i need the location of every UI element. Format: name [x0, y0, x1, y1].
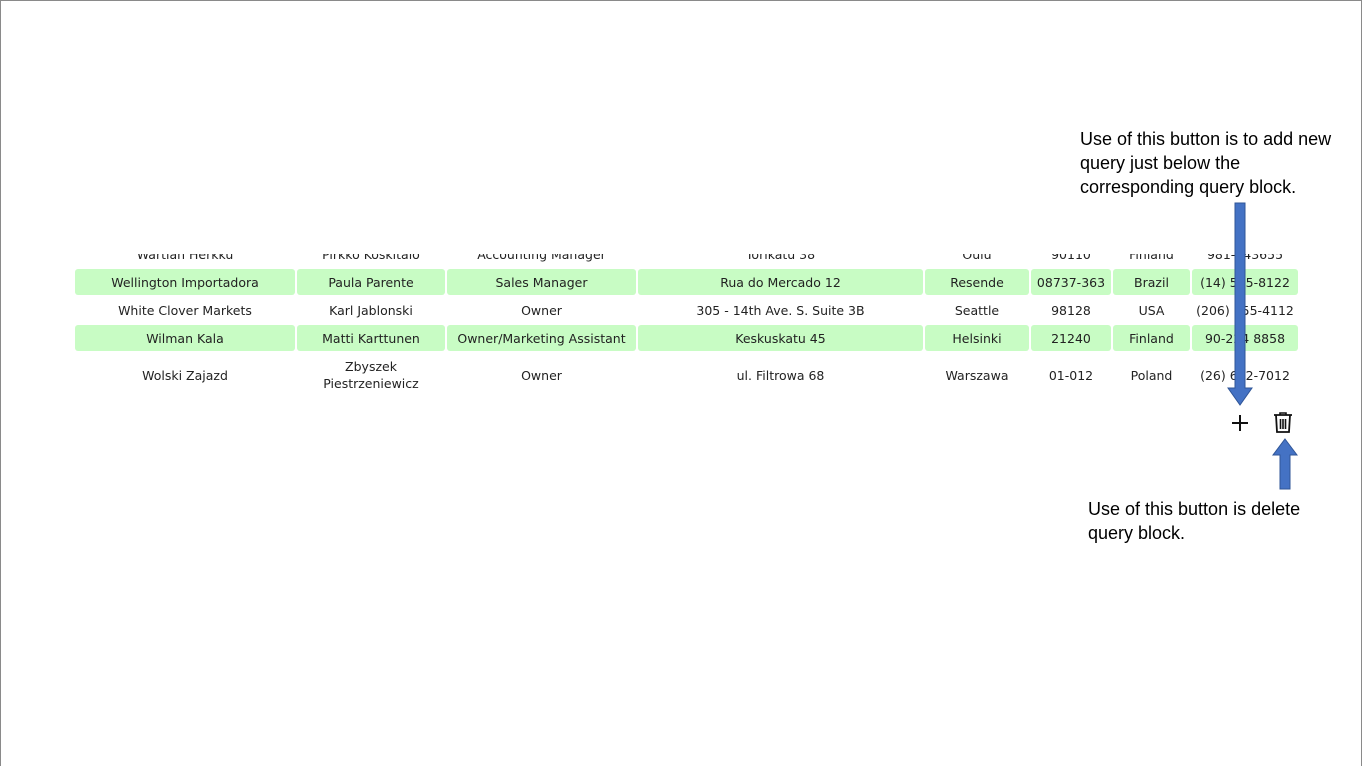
table-cell: Torikatu 38: [745, 254, 816, 262]
table-cell: Wartian Herkku: [136, 254, 234, 262]
table-row: White Clover Markets Karl Jablonski Owne…: [75, 296, 1298, 324]
table-cell: Seattle: [954, 302, 1000, 318]
delete-button-annotation: Use of this button is delete query block…: [1088, 499, 1301, 543]
table-cell: Resende: [925, 269, 1029, 295]
table-row: Wolski Zajazd Zbyszek Piestrzeniewicz Ow…: [75, 352, 1298, 398]
table-cell: Matti Karttunen: [297, 325, 445, 351]
table-cell: 08737-363: [1031, 269, 1111, 295]
table-cell: Wellington Importadora: [75, 269, 295, 295]
table-cell: 01-012: [1048, 367, 1094, 383]
table-cell: USA: [1138, 302, 1165, 318]
trash-icon: [1274, 412, 1292, 433]
results-table-rows: Wartian Herkku Pirkko Koskitalo Accounti…: [75, 254, 1298, 398]
up-arrow: [1272, 438, 1298, 490]
down-arrow: [1227, 202, 1253, 406]
table-cell: 90110: [1051, 254, 1091, 262]
table-cell: Accounting Manager: [477, 254, 606, 262]
table-cell: Owner: [521, 367, 562, 383]
table-cell: Finland: [1129, 254, 1174, 262]
table-cell: Karl Jablonski: [329, 302, 413, 318]
table-cell: Finland: [1113, 325, 1190, 351]
table-cell: 305 - 14th Ave. S. Suite 3B: [696, 302, 865, 318]
table-cell: Oulu: [962, 254, 992, 262]
table-row: Wilman Kala Matti Karttunen Owner/Market…: [75, 324, 1298, 352]
table-cell: Warszawa: [945, 367, 1009, 383]
table-cell: 21240: [1031, 325, 1111, 351]
results-table: Wartian Herkku Pirkko Koskitalo Accounti…: [75, 254, 1300, 408]
table-cell: Rua do Mercado 12: [638, 269, 923, 295]
table-cell: Owner: [521, 302, 562, 318]
table-cell: Owner/Marketing Assistant: [447, 325, 636, 351]
table-cell: Paula Parente: [297, 269, 445, 295]
table-row: Wellington Importadora Paula Parente Sal…: [75, 268, 1298, 296]
table-cell: Zbyszek Piestrzeniewicz: [323, 359, 419, 391]
table-cell: White Clover Markets: [118, 302, 252, 318]
table-cell: Poland: [1130, 367, 1173, 383]
table-cell: Brazil: [1113, 269, 1190, 295]
add-query-button[interactable]: [1229, 412, 1251, 434]
table-cell: ul. Filtrowa 68: [736, 367, 825, 383]
plus-icon: [1232, 415, 1248, 431]
add-button-annotation: Use of this button is to add new query j…: [1080, 129, 1332, 197]
table-cell: 98128: [1051, 302, 1091, 318]
table-cell: Sales Manager: [447, 269, 636, 295]
table-cell: Wolski Zajazd: [142, 367, 228, 383]
table-cell: Helsinki: [925, 325, 1029, 351]
table-cell: Keskuskatu 45: [638, 325, 923, 351]
table-cell: Pirkko Koskitalo: [322, 254, 420, 262]
delete-query-button[interactable]: [1272, 411, 1294, 435]
table-row: Wartian Herkku Pirkko Koskitalo Accounti…: [75, 254, 1298, 268]
table-cell: Wilman Kala: [75, 325, 295, 351]
